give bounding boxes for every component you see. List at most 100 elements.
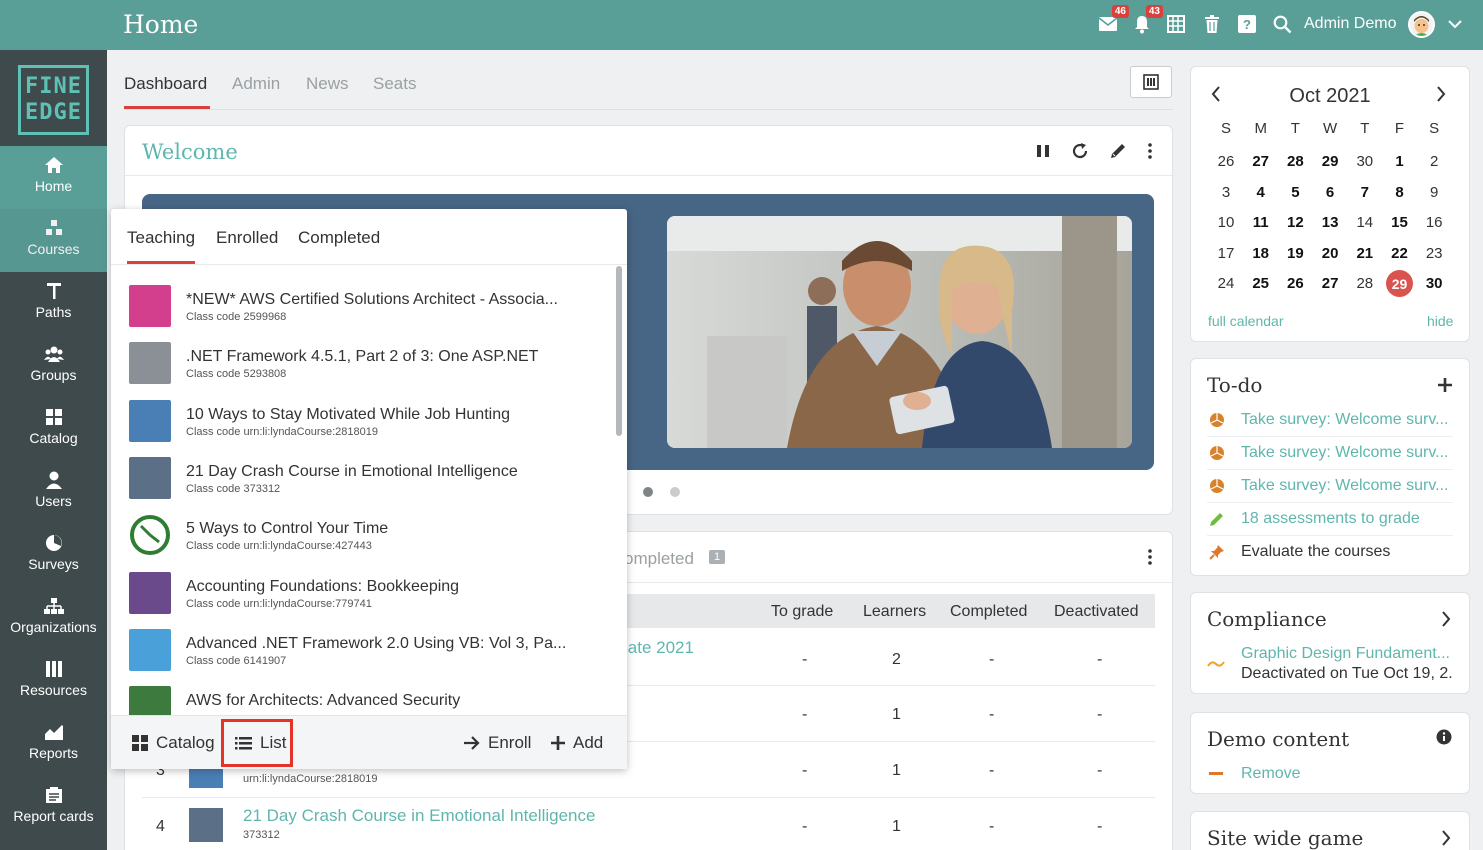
course-list-item[interactable]: 21 Day Crash Course in Emotional Intelli… bbox=[129, 457, 599, 514]
avatar[interactable] bbox=[1408, 11, 1435, 38]
calendar-day[interactable]: 30 bbox=[1417, 275, 1451, 292]
todo-item[interactable]: Take survey: Welcome surv... bbox=[1207, 437, 1453, 470]
calendar-day[interactable]: 6 bbox=[1313, 184, 1347, 201]
calendar-day[interactable]: 12 bbox=[1278, 214, 1312, 231]
compliance-course-link[interactable]: Graphic Design Fundament... bbox=[1241, 645, 1453, 663]
next-month-button[interactable] bbox=[1436, 85, 1446, 108]
tab-seats[interactable]: Seats bbox=[373, 74, 416, 94]
calendar-day[interactable]: 20 bbox=[1313, 245, 1347, 262]
more-vertical-icon[interactable] bbox=[1141, 548, 1159, 566]
calendar-day[interactable]: 29 bbox=[1313, 153, 1347, 170]
user-name[interactable]: Admin Demo bbox=[1304, 15, 1396, 33]
chevron-right-icon[interactable] bbox=[1441, 611, 1451, 627]
calendar-day[interactable]: 27 bbox=[1244, 153, 1278, 170]
hide-calendar-link[interactable]: hide bbox=[1427, 313, 1453, 329]
calendar-day[interactable]: 22 bbox=[1383, 245, 1417, 262]
calendar-day[interactable]: 2 bbox=[1417, 153, 1451, 170]
calendar-day[interactable]: 13 bbox=[1313, 214, 1347, 231]
calendar-day[interactable]: 27 bbox=[1313, 275, 1347, 292]
calendar-day[interactable]: 18 bbox=[1244, 245, 1278, 262]
chevron-right-icon[interactable] bbox=[1441, 830, 1451, 846]
course-list-item[interactable]: Advanced .NET Framework 2.0 Using VB: Vo… bbox=[129, 629, 599, 686]
tab-completed-partial[interactable]: ompleted bbox=[624, 549, 694, 569]
course-link[interactable]: 21 Day Crash Course in Emotional Intelli… bbox=[243, 806, 595, 826]
calendar-day[interactable]: 11 bbox=[1244, 214, 1278, 231]
sidebar-item-report-cards[interactable]: Report cards bbox=[0, 776, 107, 839]
col-deactivated[interactable]: Deactivated bbox=[1054, 603, 1139, 621]
layout-toggle-button[interactable] bbox=[1130, 66, 1172, 98]
sidebar-item-resources[interactable]: Resources bbox=[0, 650, 107, 713]
add-todo-icon[interactable] bbox=[1438, 378, 1452, 392]
tab-news[interactable]: News bbox=[306, 74, 349, 94]
todo-item[interactable]: Evaluate the courses bbox=[1207, 536, 1453, 569]
pause-icon[interactable] bbox=[1034, 142, 1052, 160]
calendar-day[interactable]: 23 bbox=[1417, 245, 1451, 262]
col-to-grade[interactable]: To grade bbox=[771, 603, 833, 621]
course-list-item[interactable]: 5 Ways to Control Your Time Class code u… bbox=[129, 514, 599, 571]
calendar-day[interactable]: 17 bbox=[1209, 245, 1243, 262]
notifications-button[interactable]: 43 bbox=[1131, 5, 1163, 35]
course-list-item[interactable]: *NEW* AWS Certified Solutions Architect … bbox=[129, 285, 599, 342]
todo-item[interactable]: Take survey: Welcome surv... bbox=[1207, 470, 1453, 503]
sidebar-item-home[interactable]: Home bbox=[0, 146, 107, 209]
calendar-day[interactable]: 19 bbox=[1278, 245, 1312, 262]
refresh-icon[interactable] bbox=[1071, 142, 1089, 160]
course-list-item[interactable]: Accounting Foundations: Bookkeeping Clas… bbox=[129, 572, 599, 629]
full-calendar-link[interactable]: full calendar bbox=[1208, 313, 1284, 329]
calendar-day[interactable]: 26 bbox=[1209, 153, 1243, 170]
calendar-day[interactable]: 16 bbox=[1417, 214, 1451, 231]
calendar-day[interactable]: 8 bbox=[1383, 184, 1417, 201]
sidebar-item-paths[interactable]: Paths bbox=[0, 272, 107, 335]
catalog-button[interactable]: Catalog bbox=[132, 733, 215, 753]
col-learners[interactable]: Learners bbox=[863, 603, 926, 621]
help-button[interactable]: ? bbox=[1236, 13, 1258, 35]
calendar-day[interactable]: 9 bbox=[1417, 184, 1451, 201]
tab-dashboard[interactable]: Dashboard bbox=[124, 74, 207, 94]
carousel-dot-active[interactable] bbox=[643, 487, 653, 497]
sidebar-item-surveys[interactable]: Surveys bbox=[0, 524, 107, 587]
calendar-day[interactable]: 5 bbox=[1278, 184, 1312, 201]
remove-demo-link[interactable]: Remove bbox=[1241, 765, 1301, 783]
calendar-day[interactable]: 4 bbox=[1244, 184, 1278, 201]
sidebar-item-groups[interactable]: Groups bbox=[0, 335, 107, 398]
calendar-day[interactable]: 25 bbox=[1244, 275, 1278, 292]
add-button[interactable]: Add bbox=[551, 733, 603, 753]
calendar-day[interactable]: 1 bbox=[1383, 153, 1417, 170]
trash-button[interactable] bbox=[1201, 13, 1223, 35]
calendar-day[interactable]: 26 bbox=[1278, 275, 1312, 292]
sidebar-item-reports[interactable]: Reports bbox=[0, 713, 107, 776]
calendar-day[interactable]: 28 bbox=[1348, 275, 1382, 292]
course-link[interactable]: iate 2021 bbox=[624, 638, 694, 658]
calendar-day[interactable]: 14 bbox=[1348, 214, 1382, 231]
more-vertical-icon[interactable] bbox=[1141, 142, 1159, 160]
sidebar-item-organizations[interactable]: Organizations bbox=[0, 587, 107, 650]
tab-admin[interactable]: Admin bbox=[232, 74, 280, 94]
dropdown-tab-teaching[interactable]: Teaching bbox=[127, 228, 195, 248]
course-list-item[interactable]: .NET Framework 4.5.1, Part 2 of 3: One A… bbox=[129, 342, 599, 399]
edit-icon[interactable] bbox=[1109, 142, 1127, 160]
todo-item[interactable]: 18 assessments to grade bbox=[1207, 503, 1453, 536]
search-button[interactable] bbox=[1271, 13, 1293, 35]
logo[interactable]: FINE EDGE bbox=[18, 65, 89, 135]
dropdown-tab-enrolled[interactable]: Enrolled bbox=[216, 228, 278, 248]
calendar-day[interactable]: 10 bbox=[1209, 214, 1243, 231]
calendar-day[interactable]: 28 bbox=[1278, 153, 1312, 170]
enroll-button[interactable]: Enroll bbox=[463, 733, 531, 753]
sidebar-item-users[interactable]: Users bbox=[0, 461, 107, 524]
calendar-button[interactable] bbox=[1165, 13, 1187, 35]
calendar-day[interactable]: 21 bbox=[1348, 245, 1382, 262]
calendar-day[interactable]: 7 bbox=[1348, 184, 1382, 201]
course-list-item[interactable]: 10 Ways to Stay Motivated While Job Hunt… bbox=[129, 400, 599, 457]
messages-button[interactable]: 46 bbox=[1097, 5, 1129, 35]
sidebar-item-catalog[interactable]: Catalog bbox=[0, 398, 107, 461]
calendar-day[interactable]: 24 bbox=[1209, 275, 1243, 292]
todo-item[interactable]: Take survey: Welcome surv... bbox=[1207, 404, 1453, 437]
calendar-today[interactable]: 29 bbox=[1386, 270, 1413, 297]
dropdown-scrollbar[interactable] bbox=[616, 266, 622, 436]
user-menu-toggle[interactable] bbox=[1444, 13, 1466, 35]
course-list-item[interactable]: AWS for Architects: Advanced Security bbox=[129, 686, 599, 715]
calendar-day[interactable]: 30 bbox=[1348, 153, 1382, 170]
carousel-dot[interactable] bbox=[670, 487, 680, 497]
info-icon[interactable] bbox=[1436, 729, 1452, 745]
sidebar-item-courses[interactable]: Courses bbox=[0, 209, 107, 272]
